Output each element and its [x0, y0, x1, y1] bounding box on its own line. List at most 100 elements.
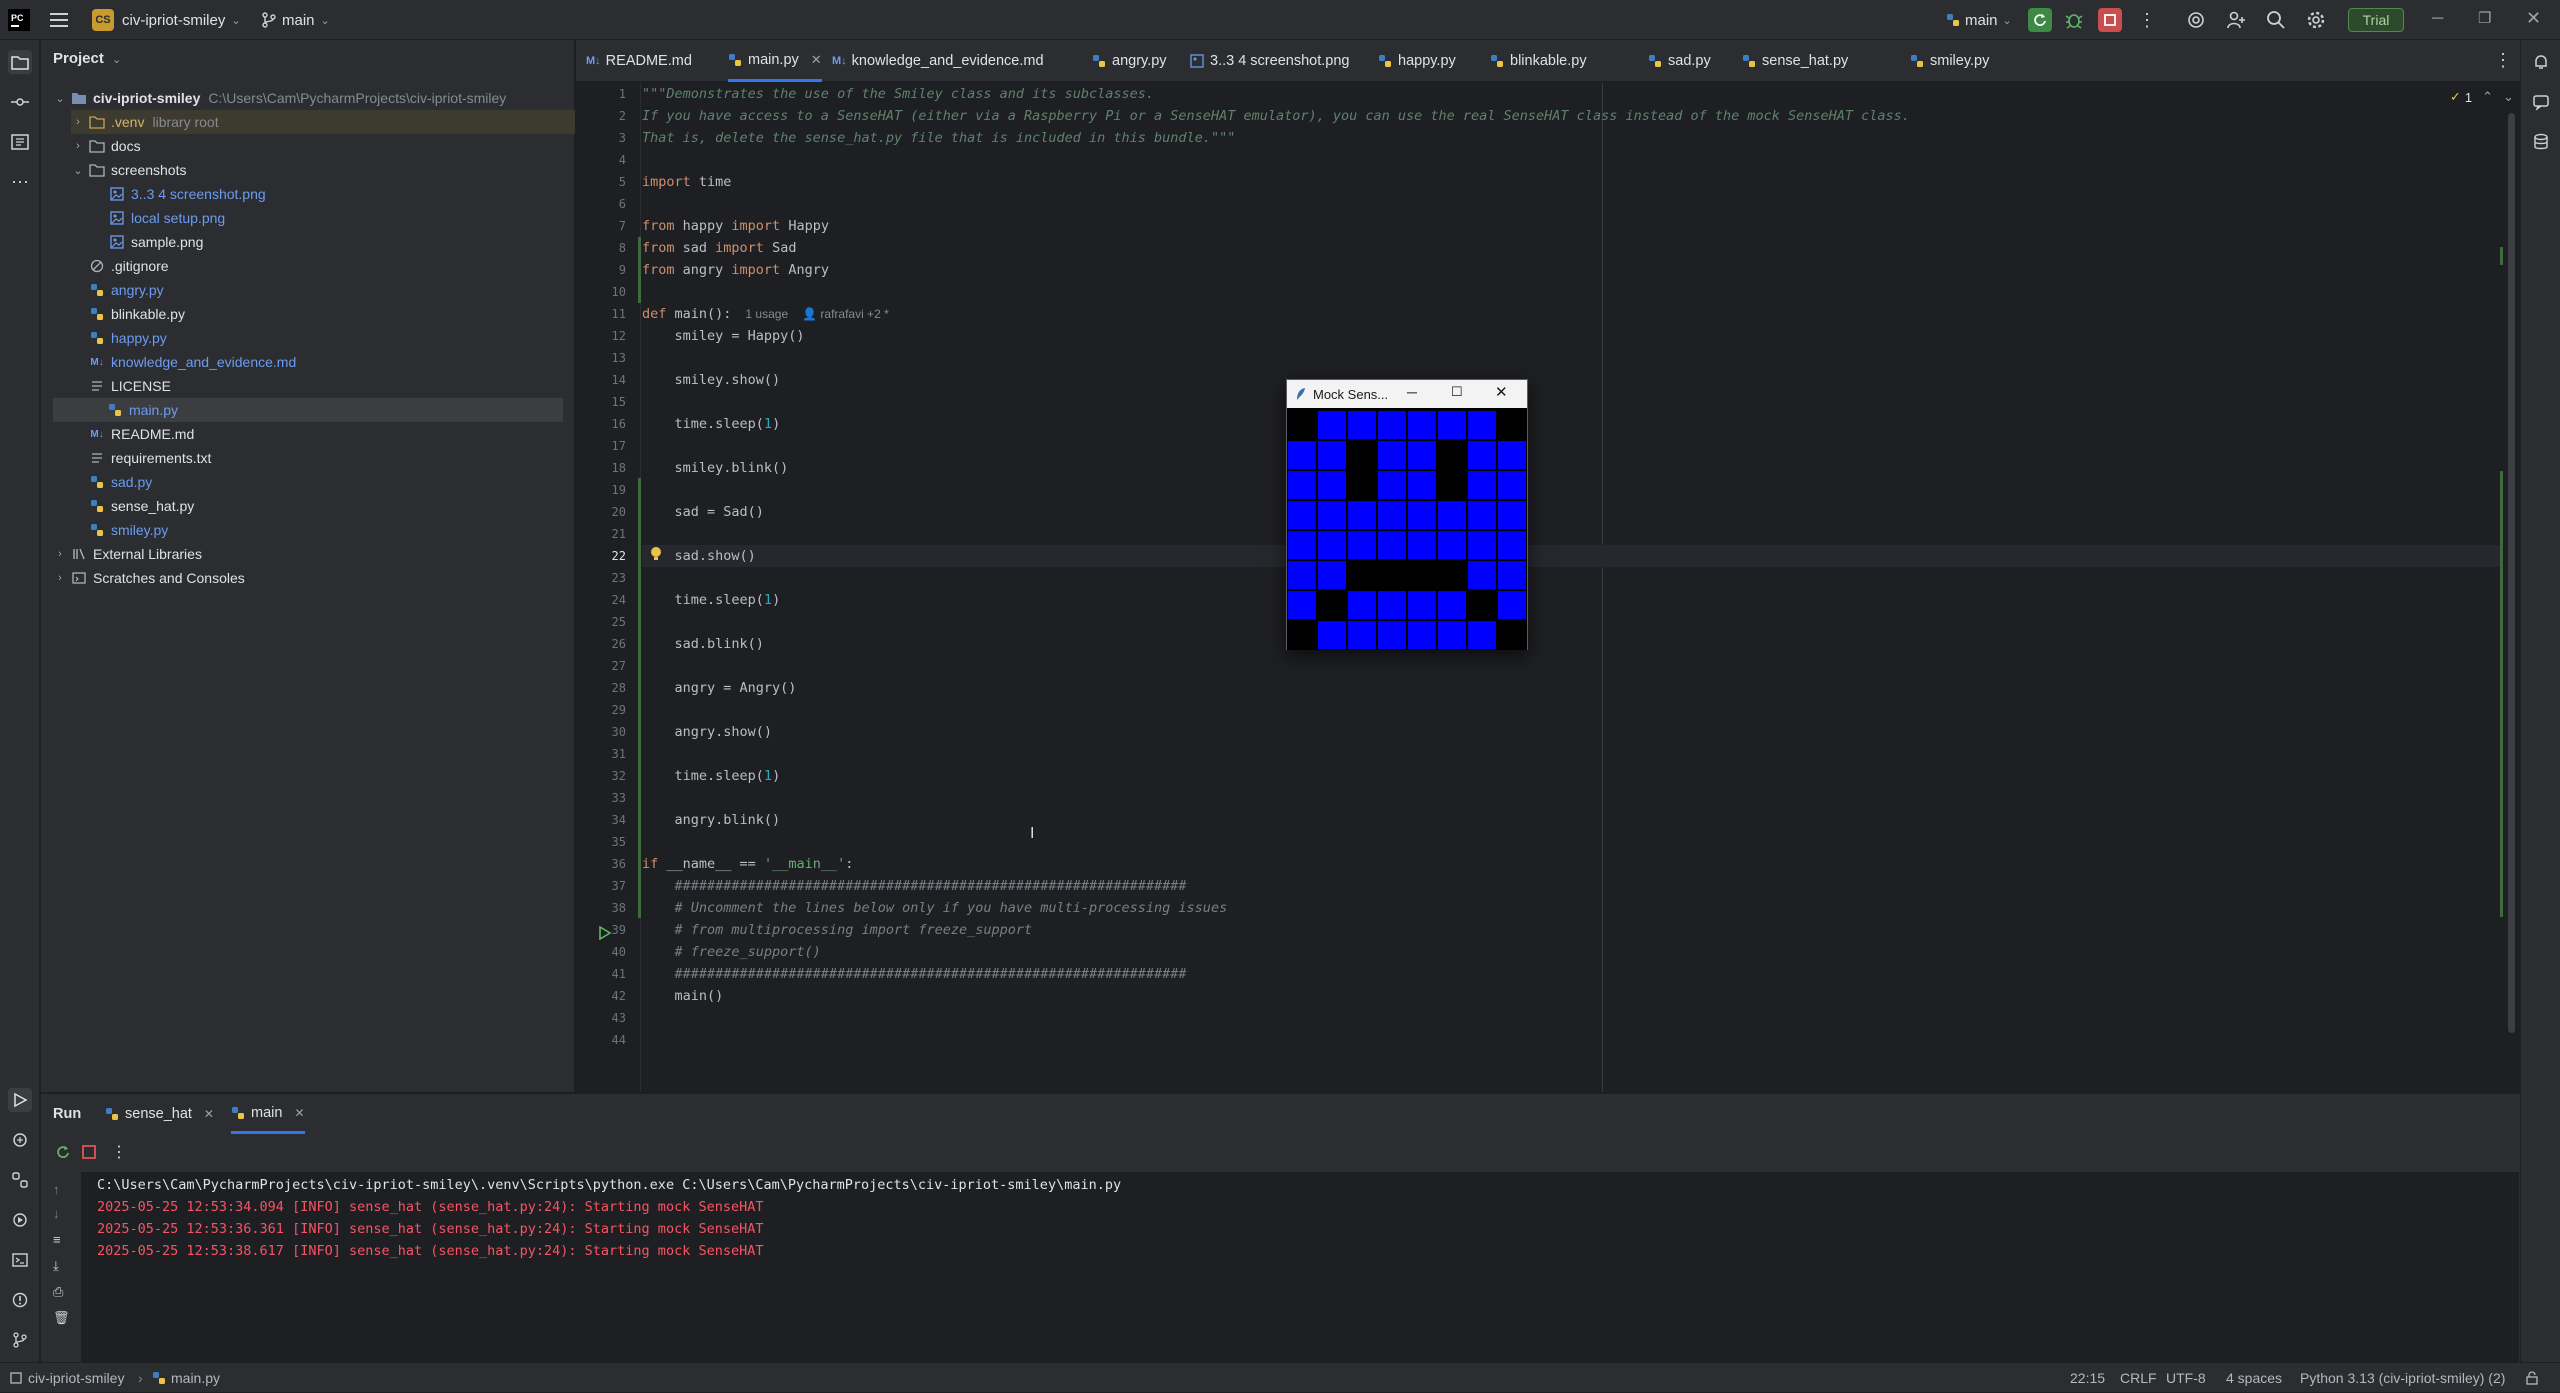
structure-tool-button[interactable]	[8, 130, 32, 154]
code-line[interactable]: if __name__ == '__main__':	[642, 853, 853, 875]
minimize-window-icon[interactable]: ─	[2432, 10, 2443, 28]
code-line[interactable]: ########################################…	[642, 875, 1187, 897]
main-menu-button[interactable]	[50, 0, 68, 40]
tree-item[interactable]: › docs	[71, 134, 140, 158]
code-line[interactable]: time.sleep(1)	[642, 589, 781, 611]
status-breadcrumb-file[interactable]: main.py	[152, 1363, 220, 1393]
code-line[interactable]: smiley.show()	[642, 369, 781, 391]
editor-tab[interactable]: main.py ✕	[728, 40, 822, 82]
unlock-icon[interactable]	[2526, 1363, 2538, 1393]
run-console[interactable]: C:\Users\Cam\PycharmProjects\civ-ipriot-…	[81, 1172, 2519, 1363]
editor-tab[interactable]: sad.py	[1648, 40, 1711, 82]
code-line[interactable]: sad.blink()	[642, 633, 764, 655]
project-switcher[interactable]: CS civ-ipriot-smiley ⌄	[92, 0, 241, 40]
tree-item[interactable]: M↓ README.md	[71, 422, 194, 446]
tree-item[interactable]: 3..3 4 screenshot.png	[91, 182, 266, 206]
tab-actions-icon[interactable]: ⋮	[2494, 50, 2512, 71]
ai-assistant-button[interactable]	[2529, 90, 2553, 114]
scroll-to-end-icon[interactable]: ⤓	[53, 1258, 59, 1274]
more-actions-icon[interactable]: ⋮	[111, 1142, 127, 1162]
chevron-down-icon[interactable]: ⌄	[71, 164, 85, 177]
code-with-me-button[interactable]	[2186, 10, 2206, 30]
commit-tool-button[interactable]	[8, 90, 32, 114]
editor-tab[interactable]: M↓ knowledge_and_evidence.md	[832, 40, 1044, 82]
maximize-window-icon[interactable]: ❐	[2478, 9, 2491, 27]
stop-button[interactable]	[2098, 8, 2122, 32]
maximize-window-icon[interactable]: ☐	[1451, 384, 1463, 400]
code-line[interactable]: # Uncomment the lines below only if you …	[642, 897, 1228, 919]
status-line-separator[interactable]: CRLF	[2120, 1363, 2157, 1393]
chevron-right-icon[interactable]: ›	[53, 548, 67, 560]
status-breadcrumb-project[interactable]: civ-ipriot-smiley	[10, 1363, 124, 1393]
code-line[interactable]: """Demonstrates the use of the Smiley cl…	[642, 83, 1154, 105]
code-line[interactable]: import time	[642, 171, 731, 193]
close-window-icon[interactable]: ✕	[2526, 8, 2541, 29]
status-encoding[interactable]: UTF-8	[2166, 1363, 2206, 1393]
editor-scrollbar[interactable]	[2508, 113, 2515, 1033]
status-indent[interactable]: 4 spaces	[2226, 1363, 2282, 1393]
editor-tab[interactable]: blinkable.py	[1490, 40, 1587, 82]
close-icon[interactable]: ✕	[294, 1106, 304, 1120]
notifications-button[interactable]	[2529, 50, 2553, 74]
code-line[interactable]: from happy import Happy	[642, 215, 829, 237]
stop-run-button[interactable]	[81, 1144, 97, 1160]
code-line[interactable]: main()	[642, 985, 724, 1007]
arrow-down-icon[interactable]: ↓	[53, 1206, 60, 1221]
code-line[interactable]: smiley.blink()	[642, 457, 789, 479]
tree-item[interactable]: happy.py	[71, 326, 167, 350]
tree-root[interactable]: ⌄ civ-ipriot-smiley C:\Users\Cam\Pycharm…	[53, 86, 506, 110]
tree-item[interactable]: sense_hat.py	[71, 494, 194, 518]
editor-tab[interactable]: sense_hat.py	[1742, 40, 1848, 82]
close-window-icon[interactable]: ✕	[1495, 383, 1508, 401]
mock-window-titlebar[interactable]: Mock Sens... ─ ☐ ✕	[1287, 380, 1527, 408]
chevron-down-icon[interactable]: ⌄	[2503, 89, 2514, 105]
services-tool-button[interactable]	[8, 1208, 32, 1232]
code-line[interactable]: smiley = Happy()	[642, 325, 805, 347]
problems-tool-button[interactable]	[8, 1288, 32, 1312]
editor-tab[interactable]: smiley.py	[1910, 40, 1989, 82]
code-line[interactable]: That is, delete the sense_hat.py file th…	[642, 127, 1235, 149]
code-line[interactable]: from angry import Angry	[642, 259, 829, 281]
tree-item[interactable]: › Scratches and Consoles	[53, 566, 245, 590]
settings-button[interactable]	[2306, 10, 2326, 30]
chevron-right-icon[interactable]: ›	[71, 140, 85, 152]
tree-item[interactable]: LICENSE	[71, 374, 171, 398]
editor-tab[interactable]: happy.py	[1378, 40, 1456, 82]
chevron-right-icon[interactable]: ›	[53, 572, 67, 584]
vcs-branch-widget[interactable]: main ⌄	[262, 0, 330, 40]
tree-item[interactable]: main.py	[53, 398, 563, 422]
search-button[interactable]	[2266, 10, 2286, 30]
terminal-tool-button[interactable]	[8, 1248, 32, 1272]
tree-item[interactable]: sample.png	[91, 230, 203, 254]
code-line[interactable]: If you have access to a SenseHAT (either…	[642, 105, 1910, 127]
trial-badge[interactable]: Trial	[2348, 8, 2404, 32]
project-panel-title[interactable]: Project ⌄	[53, 50, 121, 67]
status-caret-position[interactable]: 22:15	[2070, 1363, 2105, 1393]
run-config-selector[interactable]: main ⌄	[1946, 0, 2012, 40]
inspection-widget[interactable]: ✓ 1 ⌃ ⌄	[2450, 89, 2514, 105]
rerun-button[interactable]	[55, 1144, 71, 1160]
tree-item[interactable]: smiley.py	[71, 518, 168, 542]
code-line[interactable]: # freeze_support()	[642, 941, 821, 963]
editor-tab[interactable]: M↓ README.md	[586, 40, 692, 82]
more-actions-icon[interactable]: ⋮	[2138, 10, 2156, 30]
tree-item[interactable]: angry.py	[71, 278, 164, 302]
status-interpreter[interactable]: Python 3.13 (civ-ipriot-smiley) (2)	[2300, 1363, 2505, 1393]
git-tool-button[interactable]	[8, 1328, 32, 1352]
mock-sensehat-window[interactable]: Mock Sens... ─ ☐ ✕	[1286, 379, 1528, 650]
python-console-tool-button[interactable]	[8, 1168, 32, 1192]
tree-item[interactable]: › External Libraries	[53, 542, 202, 566]
usage-inlay-hint[interactable]: 1 usage	[745, 307, 788, 321]
tree-item[interactable]: requirements.txt	[71, 446, 211, 470]
more-tools-icon[interactable]: ⋯	[8, 170, 32, 194]
code-line[interactable]: time.sleep(1)	[642, 413, 781, 435]
code-line[interactable]: angry = Angry()	[642, 677, 797, 699]
tree-item[interactable]: M↓ knowledge_and_evidence.md	[71, 350, 296, 374]
print-icon[interactable]: ⎙	[53, 1284, 63, 1300]
tree-item[interactable]: local setup.png	[91, 206, 225, 230]
tree-item[interactable]: ⌄ screenshots	[71, 158, 186, 182]
debug-button[interactable]	[2064, 10, 2084, 30]
run-tab-main[interactable]: main ✕	[231, 1094, 305, 1134]
chevron-up-icon[interactable]: ⌃	[2482, 89, 2493, 105]
tree-item[interactable]: blinkable.py	[71, 302, 185, 326]
